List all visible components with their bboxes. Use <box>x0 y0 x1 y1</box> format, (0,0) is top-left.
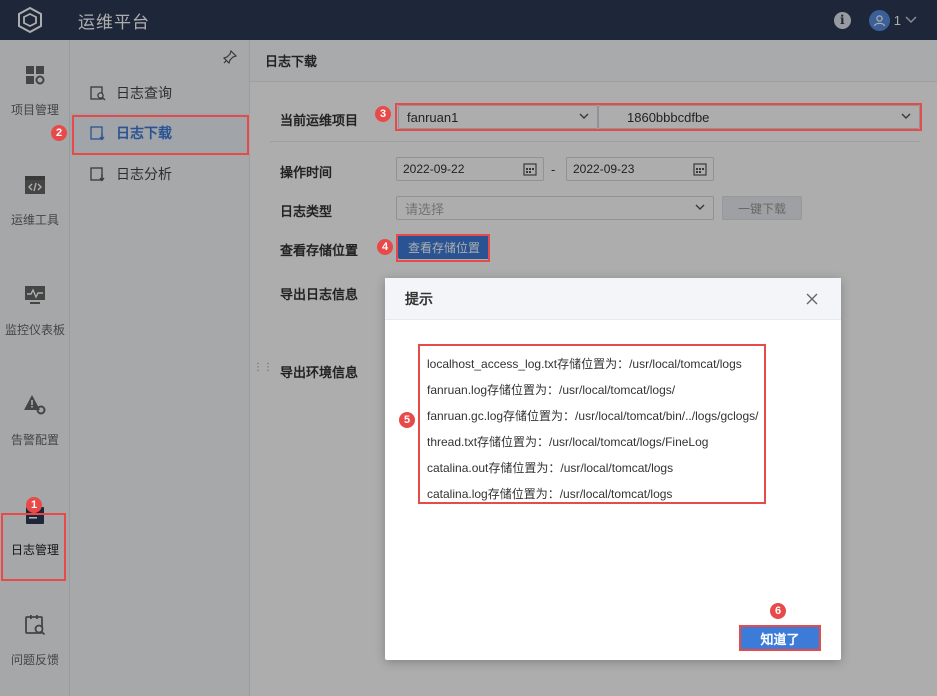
storage-location-item: fanruan.gc.log存储位置为：/usr/local/tomcat/bi… <box>427 408 759 423</box>
annotation-badge-5: 5 <box>399 412 415 428</box>
dialog-title: 提示 <box>385 278 841 320</box>
close-icon[interactable] <box>805 292 819 306</box>
annotation-badge-2: 2 <box>51 125 67 141</box>
annotation-badge-4: 4 <box>377 239 393 255</box>
storage-location-item: catalina.log存储位置为：/usr/local/tomcat/logs <box>427 486 673 501</box>
storage-location-item: catalina.out存储位置为：/usr/local/tomcat/logs <box>427 460 674 475</box>
got-it-button[interactable]: 知道了 <box>739 625 821 651</box>
annotation-badge-3: 3 <box>375 106 391 122</box>
tip-dialog: 提示 localhost_access_log.txt存储位置为：/usr/lo… <box>385 278 841 660</box>
highlight-log-management <box>1 513 66 581</box>
highlight-project-select <box>395 103 922 131</box>
storage-location-item: thread.txt存储位置为：/usr/local/tomcat/logs/F… <box>427 434 709 449</box>
highlight-log-download <box>72 115 249 155</box>
annotation-badge-1: 1 <box>26 497 42 513</box>
storage-location-item: localhost_access_log.txt存储位置为：/usr/local… <box>427 356 742 371</box>
storage-location-list: localhost_access_log.txt存储位置为：/usr/local… <box>418 344 766 504</box>
storage-location-item: fanruan.log存储位置为：/usr/local/tomcat/logs/ <box>427 382 676 397</box>
highlight-storage-button <box>396 234 490 262</box>
annotation-badge-6: 6 <box>770 603 786 619</box>
